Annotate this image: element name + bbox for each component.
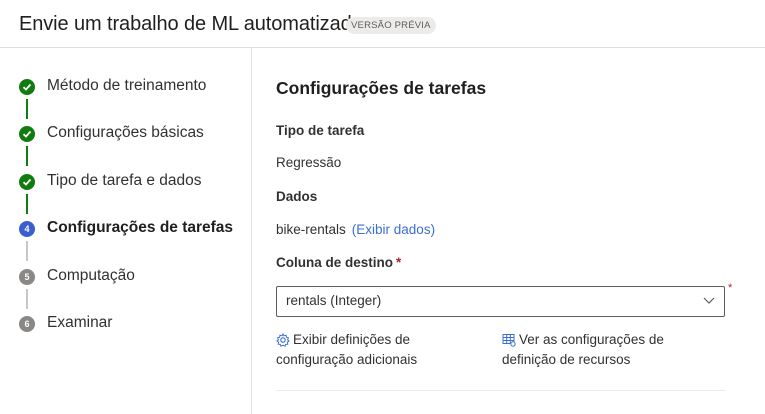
step-training-method[interactable]: Método de treinamento <box>0 75 250 99</box>
target-column-dropdown[interactable]: rentals (Integer) <box>276 286 725 317</box>
task-type-label: Tipo de tarefa <box>276 123 365 138</box>
task-type-value: Regressão <box>276 155 342 170</box>
step-number-badge: 6 <box>19 316 35 332</box>
target-column-label-text: Coluna de destino <box>276 255 394 270</box>
action-text-line: configuração adicionais <box>276 352 418 367</box>
table-settings-icon <box>502 333 516 347</box>
step-connector <box>26 289 28 309</box>
step-number-badge: 4 <box>19 221 35 237</box>
featurization-settings-link[interactable]: Ver as configurações de definição de rec… <box>502 330 664 370</box>
step-label: Configurações de tarefas <box>47 219 234 236</box>
action-text-line: Ver as configurações de <box>519 332 664 347</box>
step-label: Examinar <box>47 314 113 331</box>
view-data-link[interactable]: (Exibir dados) <box>352 222 435 237</box>
step-label: Computação <box>47 267 135 284</box>
step-label: Configurações básicas <box>47 124 204 141</box>
checkmark-icon <box>19 79 35 95</box>
data-row: bike-rentals (Exibir dados) <box>276 222 435 237</box>
checkmark-icon <box>19 126 35 142</box>
data-label: Dados <box>276 189 318 204</box>
required-asterisk: * <box>728 282 733 294</box>
step-connector <box>26 99 28 119</box>
action-text-line: Exibir definições de <box>293 332 411 347</box>
step-number-badge: 5 <box>19 269 35 285</box>
step-compute[interactable]: 5 Computação <box>0 265 250 289</box>
checkmark-icon <box>19 174 35 190</box>
step-connector <box>26 194 28 214</box>
section-title: Configurações de tarefas <box>276 78 487 98</box>
dataset-name: bike-rentals <box>276 222 346 237</box>
target-column-value: rentals (Integer) <box>286 293 382 308</box>
gear-icon <box>276 332 290 347</box>
page-header: Envie um trabalho de ML automatizado VER… <box>0 0 765 48</box>
section-divider <box>276 390 725 391</box>
required-asterisk: * <box>396 255 402 270</box>
step-label: Tipo de tarefa e dados <box>47 172 202 189</box>
step-label: Método de treinamento <box>47 77 207 94</box>
step-task-settings[interactable]: 4 Configurações de tarefas <box>0 217 250 241</box>
target-column-label: Coluna de destino * <box>276 255 401 270</box>
step-basic-settings[interactable]: Configurações básicas <box>0 122 250 146</box>
action-text-line: definição de recursos <box>502 352 631 367</box>
wizard-steps: Método de treinamento Configurações bási… <box>0 48 252 414</box>
step-review[interactable]: 6 Examinar <box>0 312 250 336</box>
task-settings-panel: Configurações de tarefas Tipo de tarefa … <box>276 48 746 414</box>
preview-badge: VERSÃO PRÉVIA <box>346 17 436 34</box>
step-connector <box>26 241 28 261</box>
page-title: Envie um trabalho de ML automatizado <box>19 13 363 35</box>
step-connector <box>26 146 28 166</box>
step-task-type-data[interactable]: Tipo de tarefa e dados <box>0 170 250 194</box>
additional-config-link[interactable]: Exibir definições de configuração adicio… <box>276 330 417 370</box>
chevron-down-icon <box>702 293 716 307</box>
